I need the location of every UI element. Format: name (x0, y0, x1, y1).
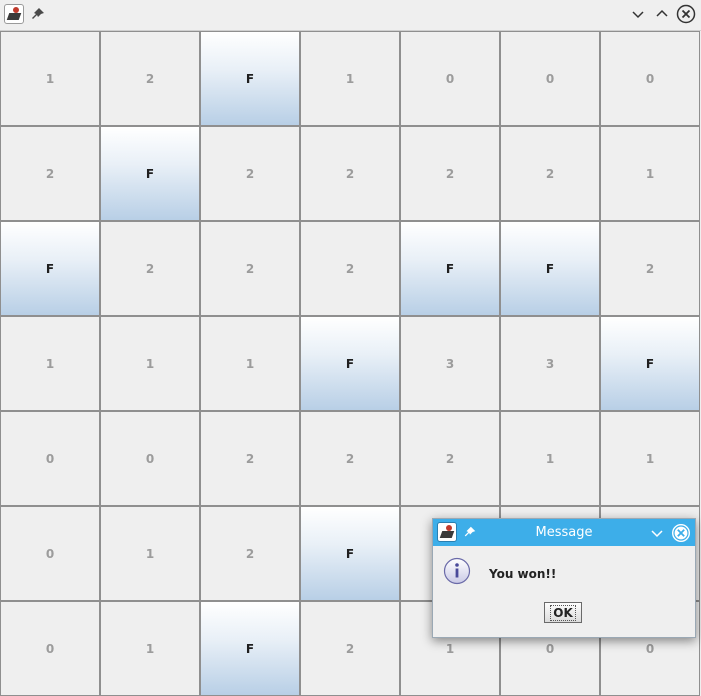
maximize-icon[interactable] (652, 4, 672, 24)
board-cell[interactable]: 2 (200, 221, 300, 316)
board-cell[interactable]: 1 (600, 411, 700, 506)
board-cell[interactable]: 0 (400, 31, 500, 126)
board-cell[interactable]: 0 (0, 506, 100, 601)
board-cell[interactable]: 1 (0, 31, 100, 126)
board-cell[interactable]: 1 (500, 411, 600, 506)
board-cell[interactable]: 2 (0, 126, 100, 221)
java-app-icon[interactable] (437, 522, 457, 542)
board-cell[interactable]: 3 (400, 316, 500, 411)
board-cell[interactable]: 1 (0, 316, 100, 411)
chevron-down-icon[interactable] (649, 525, 665, 541)
board-cell[interactable]: 2 (100, 221, 200, 316)
flagged-cell[interactable]: F (0, 221, 100, 316)
flagged-cell[interactable]: F (200, 601, 300, 696)
board-cell[interactable]: 0 (600, 31, 700, 126)
info-icon (443, 557, 471, 585)
ok-button-label: OK (550, 604, 576, 621)
board-cell[interactable]: 0 (500, 31, 600, 126)
flagged-cell[interactable]: F (400, 221, 500, 316)
board-cell[interactable]: 1 (300, 31, 400, 126)
board-cell[interactable]: 0 (0, 601, 100, 696)
board-cell[interactable]: 1 (600, 126, 700, 221)
flagged-cell[interactable]: F (300, 316, 400, 411)
board-cell[interactable]: 1 (100, 506, 200, 601)
java-app-icon[interactable] (4, 4, 24, 24)
dialog-title: Message (535, 525, 593, 540)
board-cell[interactable]: 2 (300, 411, 400, 506)
board-cell[interactable]: 2 (300, 221, 400, 316)
board-cell[interactable]: 1 (100, 601, 200, 696)
board-cell[interactable]: 2 (300, 601, 400, 696)
board-cell[interactable]: 3 (500, 316, 600, 411)
window-titlebar (0, 0, 701, 31)
board-cell[interactable]: 2 (400, 411, 500, 506)
board-cell[interactable]: 2 (200, 126, 300, 221)
board-cell[interactable]: 2 (500, 126, 600, 221)
board-cell[interactable]: 2 (200, 411, 300, 506)
close-icon[interactable] (671, 523, 691, 543)
flagged-cell[interactable]: F (300, 506, 400, 601)
ok-button[interactable]: OK (544, 602, 582, 623)
board-cell[interactable]: 0 (100, 411, 200, 506)
dialog-titlebar: Message (433, 519, 695, 546)
message-dialog: Message You won!! OK (432, 518, 696, 638)
flagged-cell[interactable]: F (200, 31, 300, 126)
flagged-cell[interactable]: F (500, 221, 600, 316)
board-cell[interactable]: 1 (200, 316, 300, 411)
board-cell[interactable]: 2 (600, 221, 700, 316)
dialog-message: You won!! (489, 567, 557, 581)
minimize-icon[interactable] (628, 4, 648, 24)
flagged-cell[interactable]: F (100, 126, 200, 221)
close-icon[interactable] (676, 4, 696, 24)
board-cell[interactable]: 2 (200, 506, 300, 601)
board-cell[interactable]: 0 (0, 411, 100, 506)
flagged-cell[interactable]: F (600, 316, 700, 411)
pin-icon[interactable] (463, 525, 477, 539)
board-cell[interactable]: 1 (100, 316, 200, 411)
board-cell[interactable]: 2 (300, 126, 400, 221)
pin-icon[interactable] (30, 6, 46, 22)
board-cell[interactable]: 2 (400, 126, 500, 221)
board-cell[interactable]: 2 (100, 31, 200, 126)
